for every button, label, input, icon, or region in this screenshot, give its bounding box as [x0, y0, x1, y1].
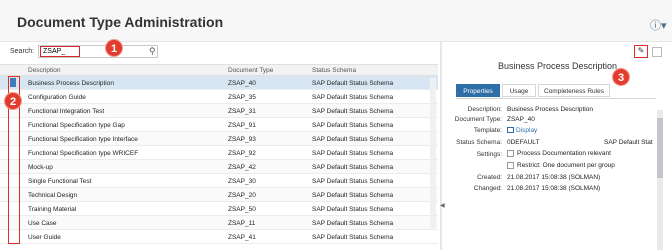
status-schema-name: SAP Default Stat [604, 139, 653, 146]
help-icon[interactable]: ⓘ▾ [650, 17, 667, 33]
search-value[interactable]: ZSAP_ [40, 46, 80, 57]
display-icon [507, 127, 514, 134]
description-value: Business Process Description [507, 106, 593, 113]
annotation-badge-1: 1 [105, 39, 123, 57]
row-status-schema: SAP Default Status Schema [312, 94, 394, 101]
tab-completeness-rules[interactable]: Completeness Rules [538, 84, 610, 97]
row-document-type: ZSAP_20 [228, 192, 256, 199]
row-description: User Guide [28, 234, 61, 241]
document-type-list-pane: Search: ZSAP_ ⚲ 1 Description Document T… [0, 39, 440, 250]
detail-pane: ✎ 3 Business Process Description Propert… [442, 42, 672, 250]
created-value: 21.08.2017 15:08:38 (SOLMAN) [507, 174, 601, 181]
row-document-type: ZSAP_92 [228, 150, 256, 157]
row-status-schema: SAP Default Status Schema [312, 206, 394, 213]
detail-scrollbar[interactable] [657, 110, 663, 250]
row-document-type: ZSAP_11 [228, 220, 256, 227]
row-description: Training Material [28, 206, 77, 213]
restrict-checkbox[interactable] [507, 162, 514, 169]
row-description: Functional Integration Test [28, 108, 105, 115]
search-label: Search: [10, 48, 35, 55]
detail-scrollbar-thumb[interactable] [657, 118, 663, 178]
row-status-schema: SAP Default Status Schema [312, 136, 394, 143]
row-document-type: ZSAP_30 [228, 178, 256, 185]
title-bar: Document Type Administration ⓘ▾ [0, 0, 672, 42]
status-schema-label: Status Schema: [456, 139, 502, 146]
table-row[interactable]: Functional Specification type WRICEF ZSA… [0, 146, 438, 160]
table-row[interactable]: Business Process Description ZSAP_40 SAP… [0, 76, 438, 90]
row-document-type: ZSAP_41 [228, 234, 256, 241]
row-description: Configuration Guide [28, 94, 86, 101]
table-row[interactable]: User Guide ZSAP_41 SAP Default Status Sc… [0, 230, 438, 244]
table-row[interactable]: Functional Specification type Gap ZSAP_9… [0, 118, 438, 132]
changed-label: Changed: [473, 185, 502, 192]
row-document-type: ZSAP_31 [228, 108, 256, 115]
column-header-description[interactable]: Description [28, 67, 61, 74]
row-document-type: ZSAP_93 [228, 136, 256, 143]
tab-properties[interactable]: Properties [456, 84, 500, 97]
description-label: Description: [467, 106, 502, 113]
table-row[interactable]: Technical Design ZSAP_20 SAP Default Sta… [0, 188, 438, 202]
list-scrollbar[interactable] [430, 78, 436, 228]
table-row[interactable]: Functional Specification type Interface … [0, 132, 438, 146]
row-status-schema: SAP Default Status Schema [312, 192, 394, 199]
row-document-type: ZSAP_91 [228, 122, 256, 129]
row-status-schema: SAP Default Status Schema [312, 234, 394, 241]
row-description: Functional Specification type WRICEF [28, 150, 139, 157]
table-row[interactable]: Configuration Guide ZSAP_35 SAP Default … [0, 90, 438, 104]
row-document-type: ZSAP_40 [228, 80, 256, 87]
search-input[interactable]: ZSAP_ ⚲ [38, 45, 158, 58]
table-row[interactable]: Mock-up ZSAP_42 SAP Default Status Schem… [0, 160, 438, 174]
tab-usage[interactable]: Usage [502, 84, 536, 97]
changed-value: 21.08.2017 15:08:38 (SOLMAN) [507, 185, 601, 192]
created-label: Created: [477, 174, 502, 181]
column-header-document-type[interactable]: Document Type [228, 67, 273, 74]
row-description: Use Case [28, 220, 57, 227]
row-description: Technical Design [28, 192, 78, 199]
detail-title: Business Process Description [498, 61, 618, 71]
setting-2-text: Restrict: One document per group [517, 162, 615, 170]
setting-1-text: Process Documentation relevant [517, 150, 611, 158]
edit-button[interactable]: ✎ [634, 45, 648, 58]
row-document-type: ZSAP_35 [228, 94, 256, 101]
document-type-value: ZSAP_40 [507, 116, 535, 123]
row-status-schema: SAP Default Status Schema [312, 80, 394, 87]
table-row[interactable]: Single Functional Test ZSAP_30 SAP Defau… [0, 174, 438, 188]
table-row[interactable]: Use Case ZSAP_11 SAP Default Status Sche… [0, 216, 438, 230]
search-icon[interactable]: ⚲ [149, 46, 156, 57]
template-display-text[interactable]: Display [516, 127, 537, 134]
row-status-schema: SAP Default Status Schema [312, 108, 394, 115]
setting-restrict: Restrict: One document per group [507, 162, 615, 169]
status-schema-value: 0DEFAULT [507, 139, 540, 146]
row-document-type: ZSAP_50 [228, 206, 256, 213]
column-header-status-schema[interactable]: Status Schema [312, 67, 356, 74]
table-row[interactable]: Training Material ZSAP_50 SAP Default St… [0, 202, 438, 216]
setting-process-documentation: Process Documentation relevant [507, 150, 611, 157]
row-status-schema: SAP Default Status Schema [312, 150, 394, 157]
row-description: Mock-up [28, 164, 53, 171]
table-header: Description Document Type Status Schema [0, 64, 438, 76]
row-description: Functional Specification type Interface [28, 136, 138, 143]
row-description: Single Functional Test [28, 178, 92, 185]
row-status-schema: SAP Default Status Schema [312, 220, 394, 227]
copy-icon[interactable] [652, 47, 662, 57]
row-description: Business Process Description [28, 80, 114, 87]
row-status-schema: SAP Default Status Schema [312, 178, 394, 185]
row-document-type: ZSAP_42 [228, 164, 256, 171]
row-description: Functional Specification type Gap [28, 122, 125, 129]
app-title: Document Type Administration [17, 14, 224, 30]
process-documentation-checkbox[interactable] [507, 150, 514, 157]
document-type-label: Document Type: [454, 116, 502, 123]
table-row[interactable]: Functional Integration Test ZSAP_31 SAP … [0, 104, 438, 118]
template-label: Template: [473, 127, 502, 134]
template-display-link[interactable]: Display [507, 127, 537, 134]
annotation-badge-2: 2 [4, 92, 22, 110]
tab-underline [456, 98, 656, 99]
row-status-schema: SAP Default Status Schema [312, 122, 394, 129]
row-status-schema: SAP Default Status Schema [312, 164, 394, 171]
settings-label: Settings: [476, 151, 502, 158]
